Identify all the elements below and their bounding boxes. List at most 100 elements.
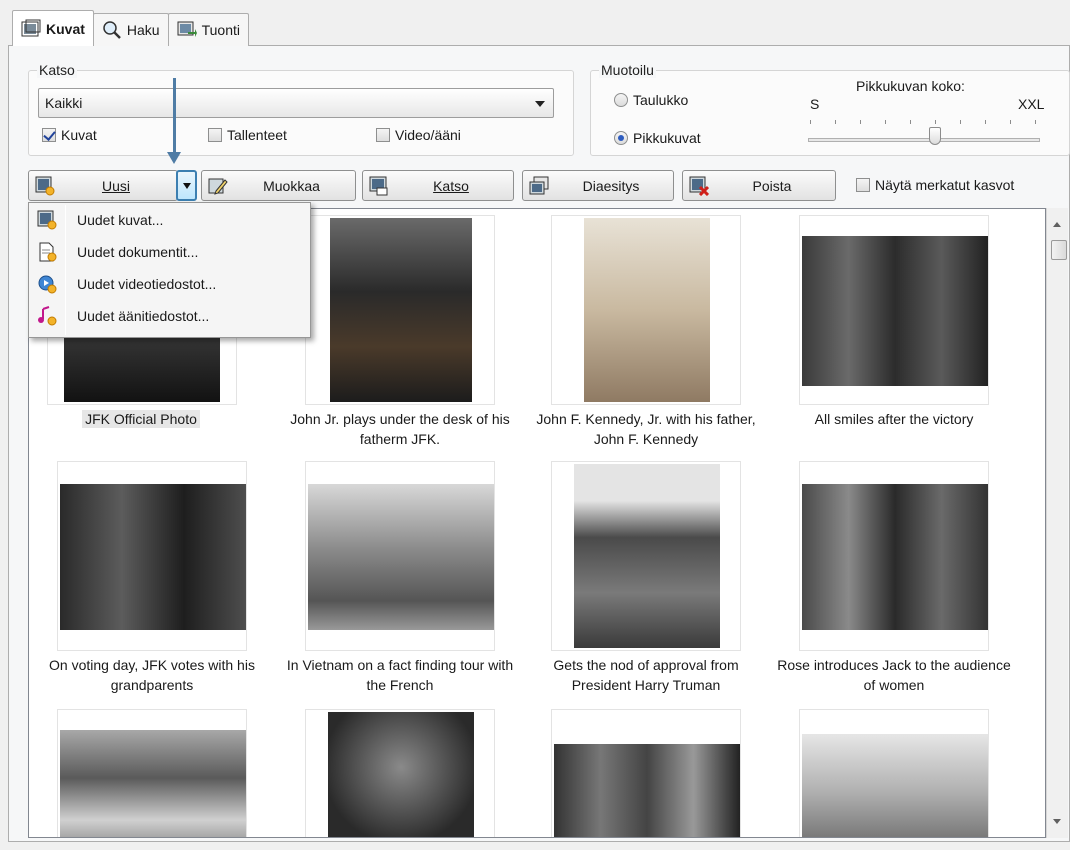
checkbox-video-audio-box[interactable] (376, 128, 390, 142)
grid-scrollbar[interactable] (1046, 208, 1068, 838)
tab-tuonti[interactable]: Tuonti (167, 13, 249, 46)
menu-item-new-videos[interactable]: Uudet videotiedostot... (31, 271, 308, 297)
slideshow-button-label: Diaesitys (582, 177, 640, 194)
photo-caption: John Jr. plays under the desk of his fat… (290, 411, 510, 447)
photo-image (584, 218, 710, 402)
photo-image (802, 236, 988, 386)
photo-thumbnail[interactable] (57, 709, 247, 837)
photo-image (308, 484, 494, 630)
menu-item-new-images[interactable]: Uudet kuvat... (31, 207, 308, 233)
checkbox-tallenteet-box[interactable] (208, 128, 222, 142)
photo-image (60, 484, 246, 630)
delete-icon (689, 176, 709, 196)
annotation-arrow-line (173, 78, 176, 156)
slideshow-icon (529, 176, 549, 195)
edit-icon (208, 178, 228, 195)
show-tagged-faces-checkbox[interactable]: Näytä merkatut kasvot (856, 177, 1014, 193)
checkbox-kuvat-box[interactable] (42, 128, 56, 142)
tab-bar: Kuvat Haku Tuonti (12, 10, 249, 46)
photo-image (574, 464, 720, 648)
radio-taulukko-button[interactable] (614, 93, 628, 107)
photo-image (330, 218, 472, 402)
delete-button-label: Poista (752, 177, 792, 194)
photo-thumbnail[interactable] (57, 461, 247, 651)
scroll-down-icon[interactable] (1053, 819, 1061, 824)
checkbox-kuvat[interactable]: Kuvat (42, 127, 97, 143)
tab-haku[interactable]: Haku (92, 13, 169, 46)
thumbnail-size-slider-handle[interactable] (929, 127, 941, 145)
new-dropdown-toggle[interactable] (176, 170, 197, 201)
menu-item-label: Uudet äänitiedostot... (77, 308, 210, 324)
photo-caption: On voting day, JFK votes with his grandp… (49, 657, 255, 693)
new-video-icon (38, 275, 57, 294)
thumbnail-size-slider[interactable] (808, 138, 1040, 142)
photo-thumbnail[interactable] (305, 215, 495, 405)
search-icon (103, 21, 121, 39)
radio-taulukko[interactable]: Taulukko (614, 92, 688, 108)
photo-image (554, 744, 740, 837)
new-button[interactable]: Uusi (28, 170, 178, 201)
menu-item-label: Uudet kuvat... (77, 212, 164, 228)
photo-caption: All smiles after the victory (814, 411, 974, 427)
view-group-title: Katso (37, 62, 77, 78)
photo-thumbnail[interactable] (799, 215, 989, 405)
new-menu: Uudet kuvat... Uudet dokumentit... Uudet… (28, 202, 311, 338)
menu-item-new-documents[interactable]: Uudet dokumentit... (31, 239, 308, 265)
checkbox-video-audio-label: Video/ääni (395, 127, 461, 143)
photo-caption: In Vietnam on a fact finding tour with t… (286, 657, 514, 693)
photo-thumbnail[interactable] (305, 461, 495, 651)
new-audio-icon (38, 306, 57, 326)
tab-tuonti-label: Tuonti (201, 22, 240, 38)
photo-image (802, 734, 988, 837)
menu-item-new-audio[interactable]: Uudet äänitiedostot... (31, 303, 308, 329)
show-tagged-faces-box[interactable] (856, 178, 870, 192)
thumbnail-size-max: XXL (1018, 96, 1045, 112)
checkbox-tallenteet-label: Tallenteet (227, 127, 287, 143)
thumbnail-size-label: Pikkukuvan koko: (856, 78, 965, 94)
radio-taulukko-label: Taulukko (633, 92, 689, 108)
annotation-arrow-head (167, 152, 181, 164)
format-group-title: Muotoilu (599, 62, 656, 78)
chevron-down-icon (535, 101, 545, 107)
new-document-icon (39, 242, 57, 262)
slideshow-button[interactable]: Diaesitys (522, 170, 674, 201)
scroll-up-icon[interactable] (1053, 222, 1061, 227)
photo-thumbnail[interactable] (551, 461, 741, 651)
photo-thumbnail[interactable] (551, 215, 741, 405)
photo-caption: Gets the nod of approval from President … (553, 657, 739, 693)
view-filter-dropdown[interactable]: Kaikki (38, 88, 554, 118)
scrollbar-thumb[interactable] (1051, 240, 1067, 260)
menu-item-label: Uudet videotiedostot... (77, 276, 217, 292)
photo-caption: John F. Kennedy, Jr. with his father, Jo… (536, 411, 756, 447)
view-image-icon (369, 176, 388, 196)
photo-thumbnail[interactable] (551, 709, 741, 837)
new-button-label: Uusi (101, 177, 130, 194)
view-button[interactable]: Katso (362, 170, 514, 201)
checkbox-video-audio[interactable]: Video/ääni (376, 127, 461, 143)
thumbnail-size-min: S (810, 96, 820, 112)
radio-pikkukuvat-button[interactable] (614, 131, 628, 145)
photo-image (328, 712, 474, 837)
photo-caption: Rose introduces Jack to the audience of … (777, 657, 1011, 693)
new-image-icon (37, 210, 57, 230)
photo-thumbnail[interactable] (305, 709, 495, 837)
import-icon (177, 21, 197, 37)
photo-caption: JFK Official Photo (29, 409, 259, 429)
checkbox-kuvat-label: Kuvat (61, 127, 97, 143)
photo-image (60, 730, 246, 837)
tab-haku-label: Haku (126, 22, 160, 38)
radio-pikkukuvat-label: Pikkukuvat (633, 130, 701, 146)
edit-button[interactable]: Muokkaa (201, 170, 356, 201)
photo-thumbnail[interactable] (799, 709, 989, 837)
photo-thumbnail[interactable] (799, 461, 989, 651)
delete-button[interactable]: Poista (682, 170, 836, 201)
menu-item-label: Uudet dokumentit... (77, 244, 199, 260)
photos-tab-icon (21, 19, 41, 36)
radio-pikkukuvat[interactable]: Pikkukuvat (614, 130, 701, 146)
tab-kuvat-label: Kuvat (46, 20, 85, 37)
checkbox-tallenteet[interactable]: Tallenteet (208, 127, 287, 143)
new-image-icon (35, 176, 55, 196)
view-filter-value: Kaikki (45, 95, 83, 111)
tab-kuvat[interactable]: Kuvat (12, 10, 94, 46)
photo-image (802, 484, 988, 630)
